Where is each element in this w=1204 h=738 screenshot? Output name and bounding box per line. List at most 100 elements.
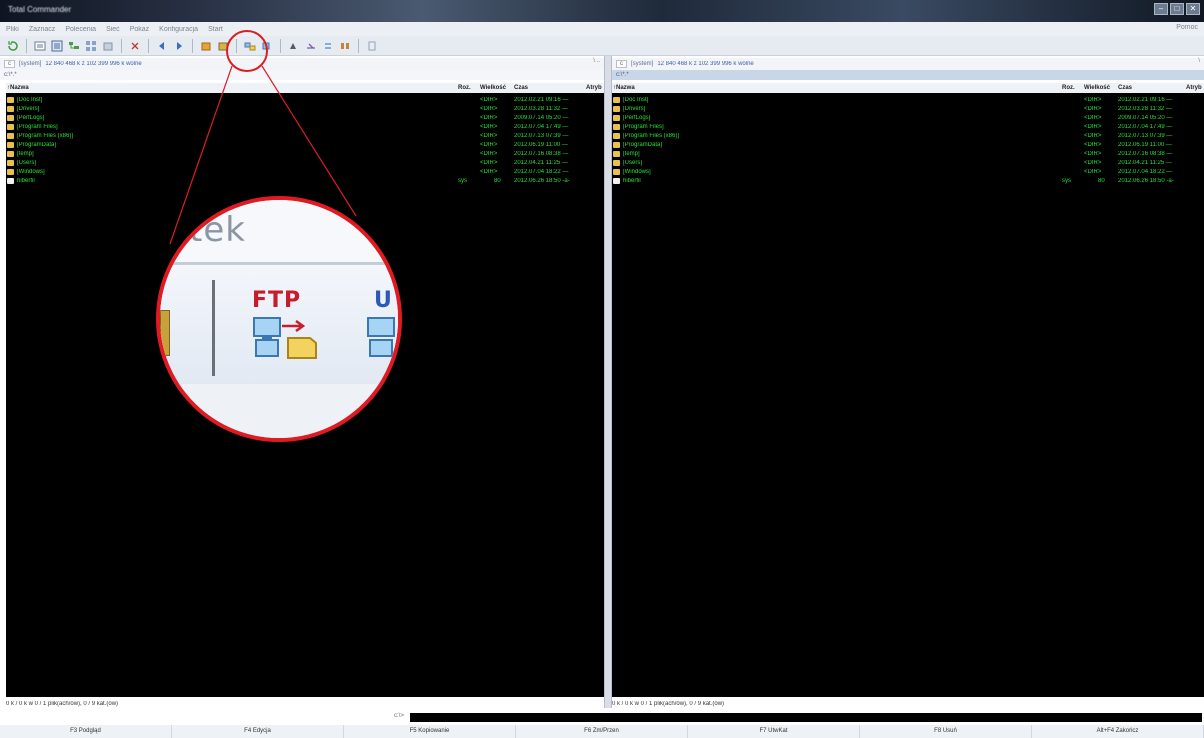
invert-icon[interactable]	[128, 39, 142, 53]
folder-icon	[613, 160, 620, 166]
notepad-icon[interactable]	[365, 39, 379, 53]
toolbar-separator	[121, 38, 122, 53]
exit-button[interactable]: Alt+F4 Zakończ	[1032, 725, 1204, 738]
right-drive-free: 12 840 468 k z 102 399 996 k wolne	[657, 61, 754, 67]
close-button[interactable]: ✕	[1186, 3, 1200, 15]
back-icon[interactable]	[155, 39, 169, 53]
list-item[interactable]: [Program Files (x86)] <DIR> 2012.07.13 07:…	[6, 132, 604, 141]
toolbar-separator	[148, 38, 149, 53]
tree-icon[interactable]	[67, 39, 81, 53]
right-nav-buttons[interactable]: \	[1198, 58, 1200, 64]
panel-splitter[interactable]	[604, 56, 612, 708]
folder-icon	[613, 169, 620, 175]
list-item[interactable]: [Drivers] <DIR> 2012.03.28 11:32 —	[6, 105, 604, 114]
left-drive-label: [system]	[19, 61, 42, 67]
brief-icon[interactable]	[33, 39, 47, 53]
ftp-connect-icon	[253, 317, 317, 359]
list-item[interactable]: [Program Files] <DIR> 2012.07.04 17:49 —	[612, 123, 1204, 132]
pack-icon[interactable]	[199, 39, 213, 53]
list-item[interactable]: [temp] <DIR> 2012.07.16 08:38 —	[6, 150, 604, 159]
toolbar-separator	[192, 38, 193, 53]
list-item[interactable]: [Users] <DIR> 2012.04.21 11:25 —	[6, 159, 604, 168]
list-item[interactable]: [ProgramData] <DIR> 2012.06.19 11:00 —	[612, 141, 1204, 150]
menu-mark[interactable]: Zaznacz	[29, 26, 55, 33]
f8-delete-button[interactable]: F8 Usuń	[860, 725, 1032, 738]
right-column-header: ↑Nazwa Roz. Wielkość Czas Atryb	[612, 83, 1204, 93]
list-item[interactable]: [PerfLogs] <DIR> 2009.07.14 05:20 —	[6, 114, 604, 123]
f4-edit-button[interactable]: F4 Edycja	[172, 725, 344, 738]
menu-show[interactable]: Pokaż	[130, 26, 149, 33]
menu-start[interactable]: Start	[208, 26, 223, 33]
right-file-panel[interactable]: [Doc Inst] <DIR> 2012.02.21 09:16 — [Drive…	[612, 93, 1204, 697]
sync-icon[interactable]	[321, 39, 335, 53]
f3-view-button[interactable]: F3 Podgląd	[0, 725, 172, 738]
list-item[interactable]: [Doc Inst] <DIR> 2012.02.21 09:16 —	[612, 96, 1204, 105]
folder-icon	[7, 151, 14, 157]
ftp-url-icon	[367, 317, 395, 357]
right-drive-label: [system]	[631, 61, 654, 67]
folder-icon	[7, 106, 14, 112]
folder-icon	[613, 151, 620, 157]
list-item[interactable]: [Windows] <DIR> 2012.07.04 18:22 —	[612, 168, 1204, 177]
list-item[interactable]: hiberfil sys 80 2012.06.26 18:50 -a-	[612, 177, 1204, 186]
rename-icon[interactable]	[304, 39, 318, 53]
sort-icon[interactable]	[101, 39, 115, 53]
refresh-icon[interactable]	[6, 39, 20, 53]
f7-mkdir-button[interactable]: F7 UtwKat	[688, 725, 860, 738]
detailed-icon[interactable]	[50, 39, 64, 53]
folder-icon	[7, 115, 14, 121]
col-ext[interactable]: Roz.	[1062, 83, 1075, 93]
list-item[interactable]: [Doc Inst] <DIR> 2012.02.21 09:16 —	[6, 96, 604, 105]
list-item[interactable]: [Program Files] <DIR> 2012.07.04 17:49 —	[6, 123, 604, 132]
thumbnails-icon[interactable]	[84, 39, 98, 53]
left-path-bar[interactable]: c:\*.*	[0, 70, 604, 80]
col-ext[interactable]: Roz.	[458, 83, 471, 93]
left-drive-bar: c [system] 12 840 468 k z 102 399 996 k …	[0, 58, 604, 70]
col-date[interactable]: Czas	[514, 83, 528, 93]
list-item[interactable]: [PerfLogs] <DIR> 2009.07.14 05:20 —	[612, 114, 1204, 123]
folder-icon	[613, 106, 620, 112]
menu-commands[interactable]: Polecenia	[65, 26, 96, 33]
toolbar-separator	[280, 38, 281, 53]
ftp-label: FTP	[252, 288, 302, 313]
right-drive-select[interactable]: c	[616, 60, 627, 68]
left-path: c:\*.*	[4, 72, 17, 78]
list-item[interactable]: [Program Files (x86)] <DIR> 2012.07.13 07:…	[612, 132, 1204, 141]
col-name[interactable]: ↑Nazwa	[613, 83, 635, 93]
left-drive-free: 12 840 468 k z 102 399 996 k wolne	[45, 61, 142, 67]
col-size[interactable]: Wielkość	[1084, 83, 1110, 93]
minimize-button[interactable]: –	[1154, 3, 1168, 15]
folder-icon	[7, 97, 14, 103]
col-size[interactable]: Wielkość	[480, 83, 506, 93]
maximize-button[interactable]: □	[1170, 3, 1184, 15]
f5-copy-button[interactable]: F5 Kopiowanie	[344, 725, 516, 738]
left-drive-select[interactable]: c	[4, 60, 15, 68]
list-item[interactable]: [Drivers] <DIR> 2012.03.28 11:32 —	[612, 105, 1204, 114]
col-attr[interactable]: Atryb	[586, 83, 602, 93]
list-item[interactable]: [temp] <DIR> 2012.07.16 08:38 —	[612, 150, 1204, 159]
col-name[interactable]: ↑Nazwa	[7, 83, 29, 93]
forward-icon[interactable]	[172, 39, 186, 53]
f6-move-button[interactable]: F6 Zm/Przen	[516, 725, 688, 738]
col-date[interactable]: Czas	[1118, 83, 1132, 93]
command-input[interactable]	[410, 713, 1202, 722]
toolbar	[0, 36, 1204, 56]
col-attr[interactable]: Atryb	[1186, 83, 1202, 93]
highlight-circle	[226, 30, 268, 72]
list-item[interactable]: hiberfil sys 80 2012.06.26 18:50 -a-	[6, 177, 604, 186]
right-path-bar[interactable]: c:\*.*	[612, 70, 1204, 80]
menu-help[interactable]: Pomoc	[1176, 24, 1198, 31]
compare-icon[interactable]	[338, 39, 352, 53]
title-bar: Total Commander – □ ✕	[0, 0, 1204, 22]
list-item[interactable]: [Users] <DIR> 2012.04.21 11:25 —	[612, 159, 1204, 168]
list-item[interactable]: [Windows] <DIR> 2012.07.04 18:22 —	[6, 168, 604, 177]
left-nav-buttons[interactable]: \ ..	[593, 58, 600, 64]
folder-icon	[7, 142, 14, 148]
menu-configuration[interactable]: Konfiguracja	[159, 26, 198, 33]
folder-icon	[7, 169, 14, 175]
menu-net[interactable]: Sieć	[106, 26, 120, 33]
list-item[interactable]: [ProgramData] <DIR> 2012.06.19 11:00 —	[6, 141, 604, 150]
find-icon[interactable]	[287, 39, 301, 53]
file-icon	[7, 178, 14, 184]
menu-files[interactable]: Pliki	[6, 26, 19, 33]
